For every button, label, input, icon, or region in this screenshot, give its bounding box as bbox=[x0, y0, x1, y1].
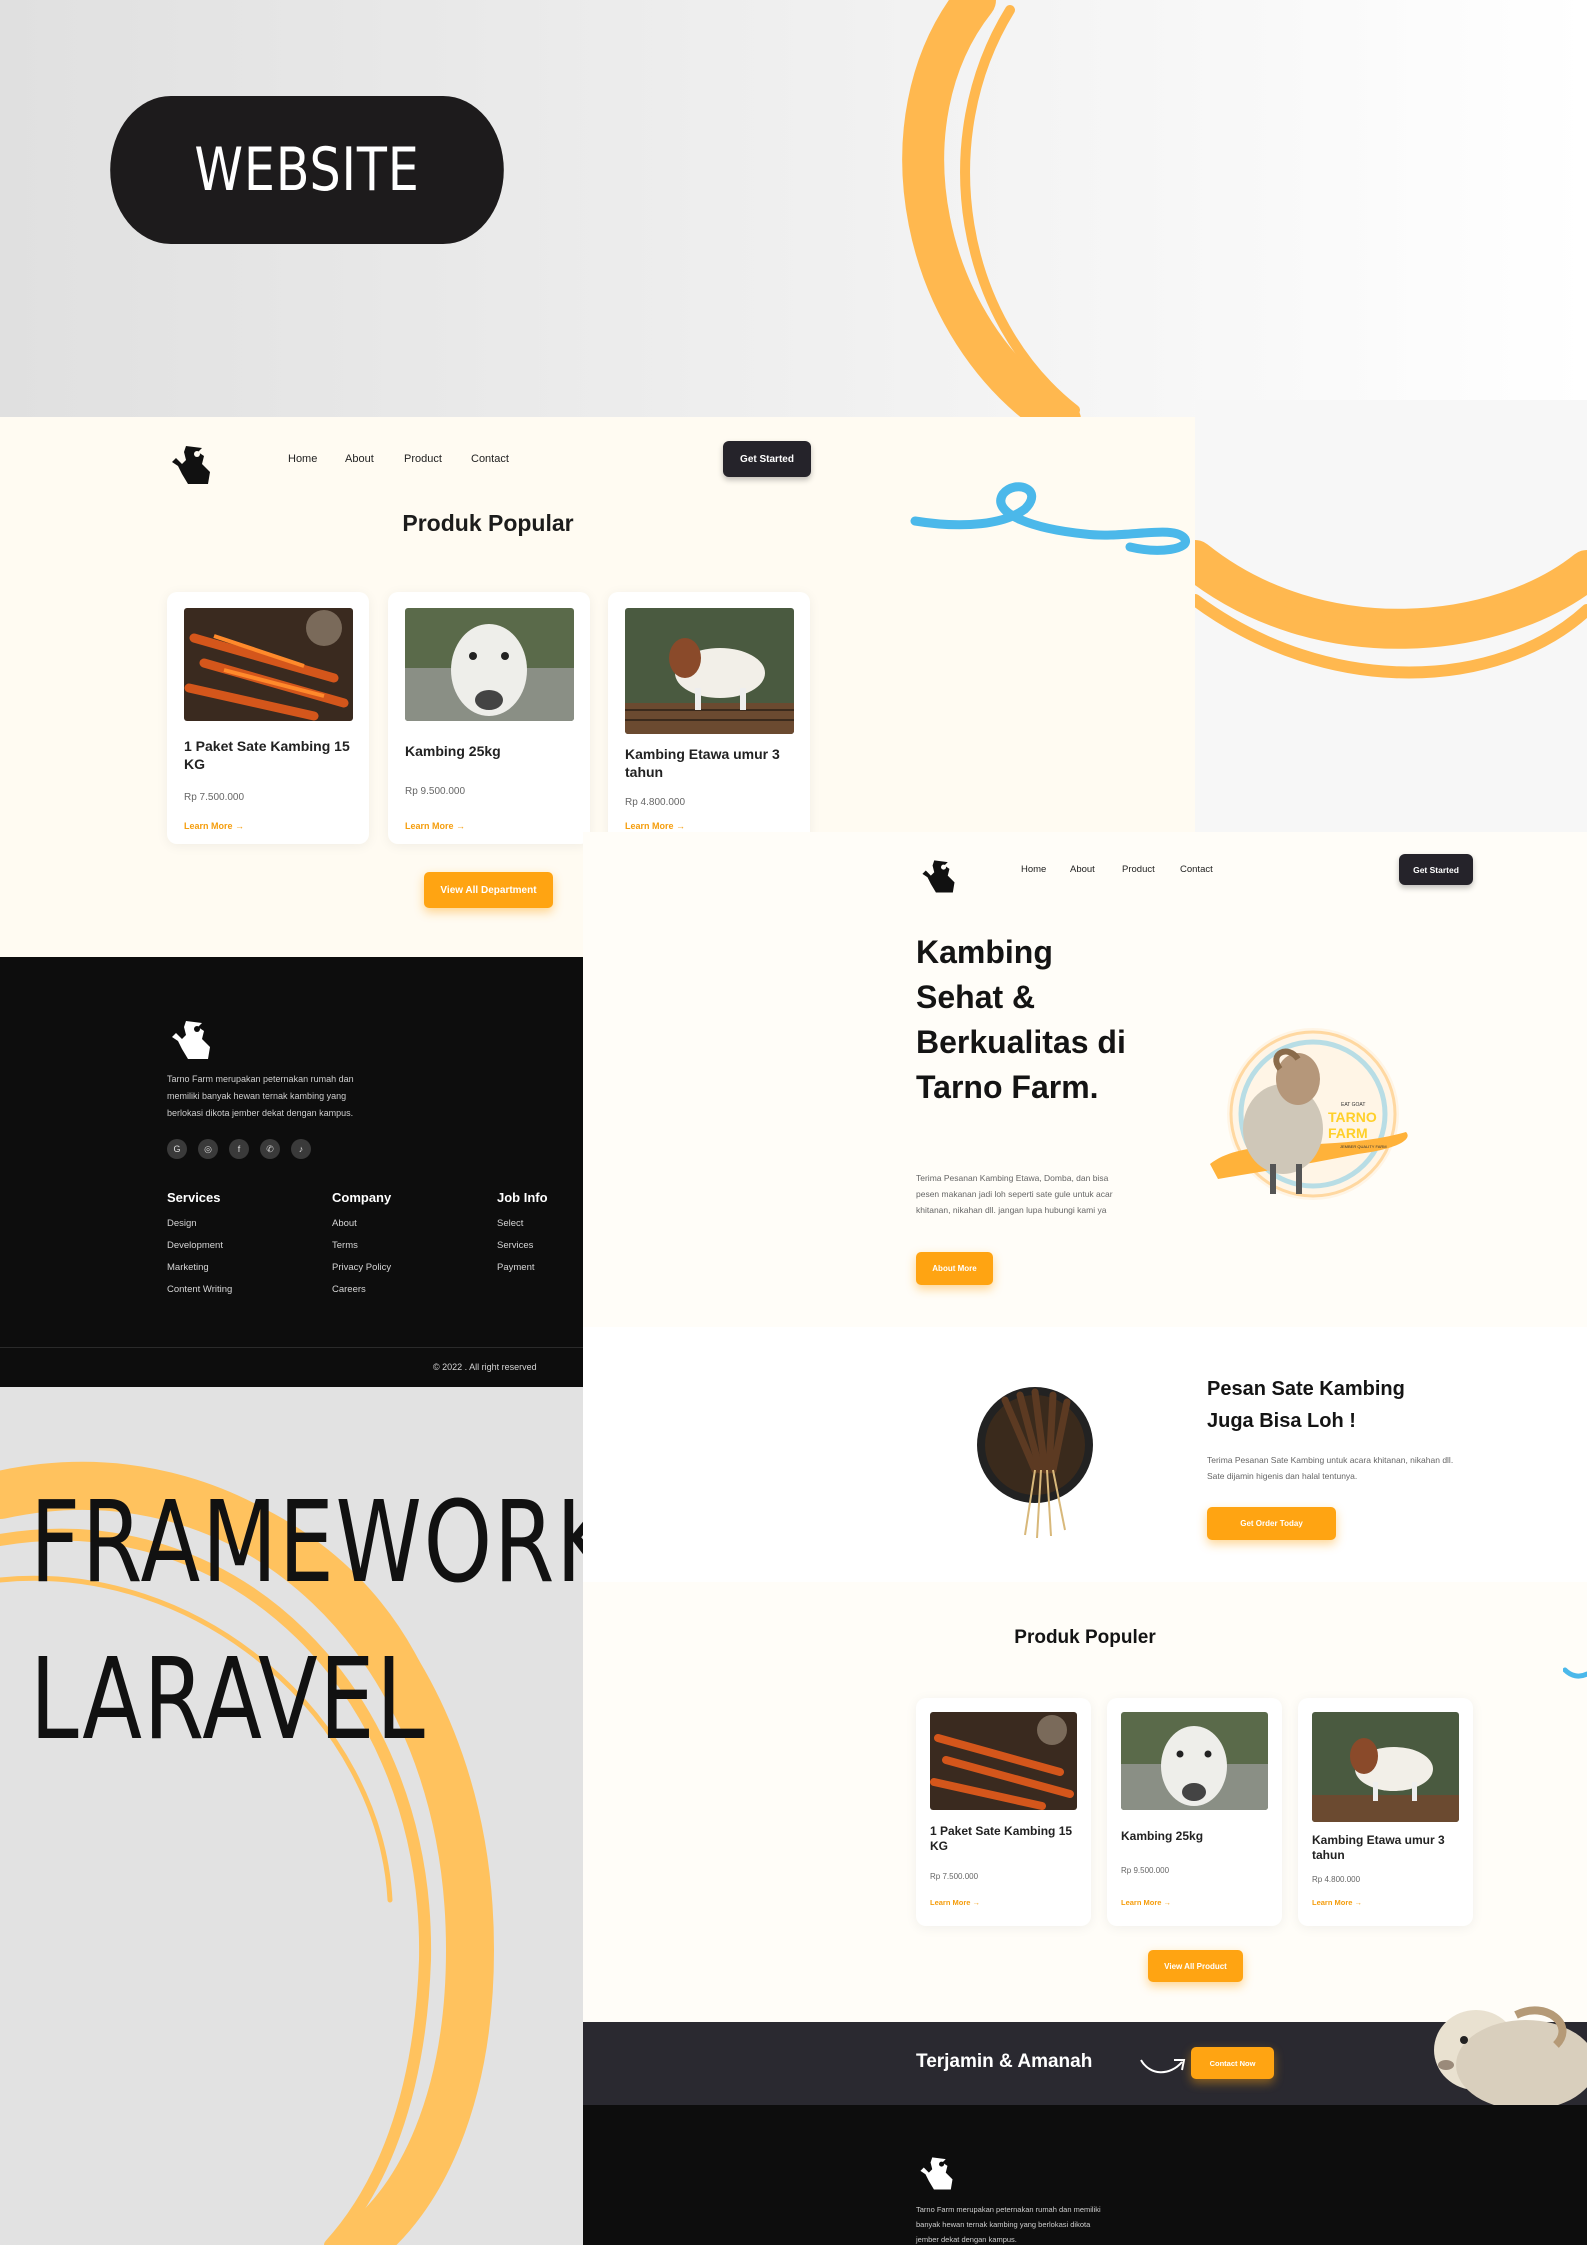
view-all-product-button[interactable]: View All Product bbox=[1148, 1950, 1243, 1982]
footer-link[interactable]: About bbox=[332, 1218, 357, 1229]
sate-description: Terima Pesanan Sate Kambing untuk acara … bbox=[1207, 1455, 1454, 1481]
learn-more-link[interactable]: Learn More → bbox=[1312, 1898, 1362, 1907]
tarno-logo[interactable] bbox=[168, 1017, 220, 1062]
laravel-label: LARAVEL bbox=[30, 1635, 427, 1765]
learn-more-link[interactable]: Learn More → bbox=[1121, 1898, 1171, 1907]
website-label: WEBSITE bbox=[110, 96, 504, 244]
curved-arrow-icon bbox=[1140, 2059, 1186, 2074]
product-card[interactable]: Kambing 25kg Rp 9.500.000 Learn More → bbox=[388, 592, 590, 844]
product-name: Kambing Etawa umur 3 tahun bbox=[1312, 1833, 1445, 1862]
footer-link[interactable]: Privacy Policy bbox=[332, 1262, 391, 1273]
product-price: Rp 4.800.000 bbox=[625, 797, 686, 808]
contact-now-button[interactable]: Contact Now bbox=[1191, 2047, 1274, 2079]
section-heading: Produk Popular bbox=[402, 510, 574, 536]
footer-description: Tarno Farm merupakan peternakan rumah da… bbox=[167, 1074, 354, 1118]
footer-link[interactable]: Content Writing bbox=[167, 1284, 232, 1295]
footer-col-services-title: Services bbox=[167, 1190, 221, 1205]
tiktok-icon[interactable]: ♪ bbox=[291, 1139, 311, 1159]
sate-title: Pesan Sate Kambing Juga Bisa Loh ! bbox=[1207, 1378, 1405, 1432]
footer: Tarno Farm merupakan peternakan rumah da… bbox=[0, 957, 583, 1387]
footer-link[interactable]: Terms bbox=[332, 1240, 358, 1251]
product-card[interactable]: 1 Paket Sate Kambing 15 KG Rp 7.500.000 … bbox=[167, 592, 369, 844]
screenshot-landing-page: Home About Product Contact Get Started K… bbox=[583, 832, 1587, 2245]
product-price: Rp 4.800.000 bbox=[1312, 1875, 1361, 1884]
squiggle-decoration bbox=[1563, 1667, 1587, 1679]
nav-home[interactable]: Home bbox=[288, 453, 317, 465]
nav-about[interactable]: About bbox=[345, 453, 374, 465]
etawa-goat-photo bbox=[625, 608, 794, 734]
sheep-head-image bbox=[1434, 2006, 1587, 2105]
learn-more-link[interactable]: Learn More → bbox=[930, 1898, 980, 1907]
google-icon[interactable]: G bbox=[167, 1139, 187, 1159]
sate-plate-image bbox=[977, 1387, 1093, 1539]
footer-link[interactable]: Services bbox=[497, 1240, 533, 1251]
nav-contact[interactable]: Contact bbox=[471, 453, 509, 465]
footer-link[interactable]: Design bbox=[167, 1218, 197, 1229]
product-price: Rp 9.500.000 bbox=[1121, 1866, 1170, 1875]
product-card[interactable]: Kambing Etawa umur 3 tahun Rp 4.800.000 … bbox=[1298, 1698, 1473, 1926]
tarno-logo[interactable] bbox=[917, 2154, 961, 2192]
tarno-logo[interactable] bbox=[168, 442, 220, 487]
instagram-icon[interactable]: ◎ bbox=[198, 1139, 218, 1159]
goat-photo bbox=[405, 608, 574, 721]
footer-link[interactable]: Payment bbox=[497, 1262, 535, 1273]
hero-title: Kambing Sehat & Berkualitas di Tarno Far… bbox=[916, 934, 1126, 1105]
learn-more-link[interactable]: Learn More → bbox=[625, 821, 685, 831]
product-price: Rp 9.500.000 bbox=[405, 786, 466, 797]
get-started-button[interactable]: Get Started bbox=[1399, 854, 1473, 885]
about-more-button[interactable]: About More bbox=[916, 1252, 993, 1285]
copyright-text: © 2022 . All right reserved bbox=[433, 1362, 537, 1372]
hero-description: Terima Pesanan Kambing Etawa, Domba, dan… bbox=[916, 1173, 1113, 1215]
whatsapp-icon[interactable]: ✆ bbox=[260, 1139, 280, 1159]
footer-link[interactable]: Select bbox=[497, 1218, 523, 1229]
footer-col-jobinfo-title: Job Info bbox=[497, 1190, 548, 1205]
badge-sub-text: JEMBER QUALITY FARM bbox=[1340, 1144, 1387, 1149]
nav-about[interactable]: About bbox=[1070, 864, 1095, 875]
get-order-today-button[interactable]: Get Order Today bbox=[1207, 1507, 1336, 1540]
product-price: Rp 7.500.000 bbox=[184, 792, 245, 803]
footer-link[interactable]: Careers bbox=[332, 1284, 366, 1295]
nav-product[interactable]: Product bbox=[1122, 864, 1155, 875]
facebook-icon[interactable]: f bbox=[229, 1139, 249, 1159]
view-all-department-button[interactable]: View All Department bbox=[424, 872, 553, 908]
etawa-goat-photo bbox=[1312, 1712, 1459, 1822]
product-price: Rp 7.500.000 bbox=[930, 1872, 979, 1881]
nav-contact[interactable]: Contact bbox=[1180, 864, 1213, 875]
footer-link[interactable]: Development bbox=[167, 1240, 223, 1251]
product-name: Kambing Etawa umur 3 tahun bbox=[625, 746, 780, 780]
badge-brand: TARNO FARM bbox=[1328, 1109, 1377, 1141]
tarno-logo[interactable] bbox=[919, 857, 963, 895]
section-heading: Produk Populer bbox=[1014, 1627, 1156, 1648]
badge-small-text: EAT GOAT bbox=[1341, 1102, 1366, 1108]
social-links: G ◎ f ✆ ♪ bbox=[167, 1139, 311, 1159]
get-started-button[interactable]: Get Started bbox=[723, 441, 811, 477]
product-card[interactable]: 1 Paket Sate Kambing 15 KG Rp 7.500.000 … bbox=[916, 1698, 1091, 1926]
framework-label: FRAMEWORK bbox=[30, 1478, 615, 1608]
footer-col-company-title: Company bbox=[332, 1190, 392, 1205]
sate-photo bbox=[184, 608, 353, 721]
product-name: 1 Paket Sate Kambing 15 KG bbox=[930, 1824, 1073, 1853]
learn-more-link[interactable]: Learn More → bbox=[184, 821, 244, 831]
footer-description: Tarno Farm merupakan peternakan rumah da… bbox=[916, 2205, 1101, 2244]
learn-more-link[interactable]: Learn More → bbox=[405, 821, 465, 831]
product-name: Kambing 25kg bbox=[1121, 1829, 1204, 1843]
footer-link[interactable]: Marketing bbox=[167, 1262, 209, 1273]
banner-text: Terjamin & Amanah bbox=[916, 2051, 1093, 2072]
product-name: Kambing 25kg bbox=[405, 743, 501, 759]
product-name: 1 Paket Sate Kambing 15 KG bbox=[184, 738, 350, 772]
product-card[interactable]: Kambing 25kg Rp 9.500.000 Learn More → bbox=[1107, 1698, 1282, 1926]
goat-photo bbox=[1121, 1712, 1268, 1810]
product-card[interactable]: Kambing Etawa umur 3 tahun Rp 4.800.000 … bbox=[608, 592, 810, 844]
sate-photo bbox=[930, 1712, 1077, 1810]
nav-product[interactable]: Product bbox=[404, 453, 442, 465]
footer-divider bbox=[0, 1347, 583, 1348]
nav-home[interactable]: Home bbox=[1021, 864, 1046, 875]
